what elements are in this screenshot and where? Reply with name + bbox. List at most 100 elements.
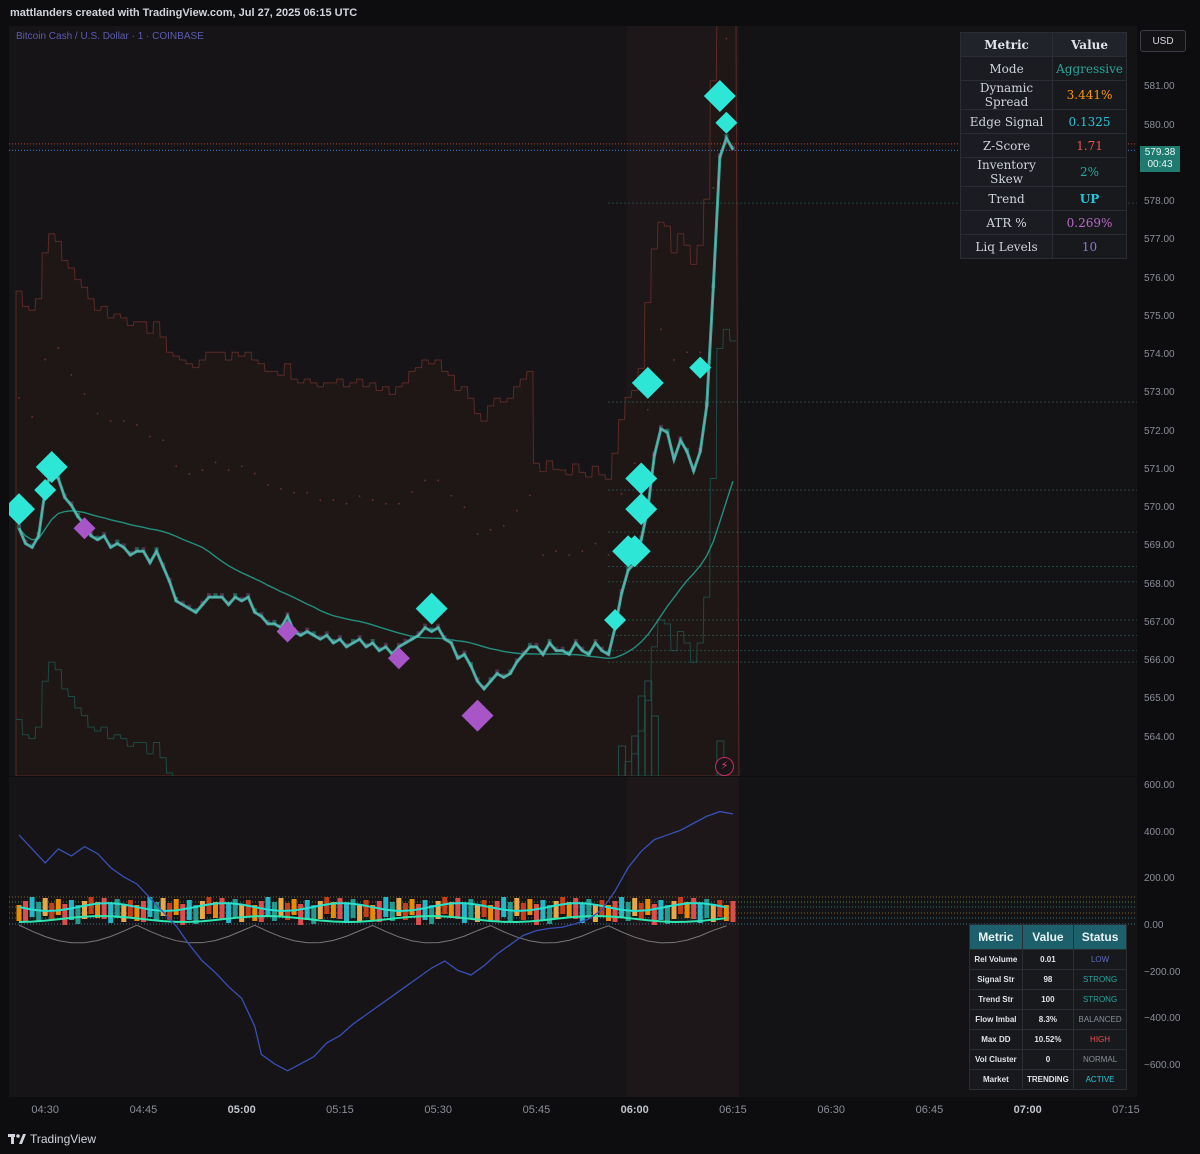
price-tick: 568.00 [1144,578,1175,590]
price-tick: 576.00 [1144,272,1175,284]
band-dot [122,420,125,423]
metric-row: Edge Signal 0.1325 [959,109,1127,134]
band-dot [542,554,544,556]
price-tick: 569.00 [1144,540,1175,552]
band-dot [227,469,230,472]
band-dot [660,328,662,331]
band-dot [214,461,217,464]
histogram-bar [108,903,114,923]
table-header: Metric [959,32,1054,57]
stat-label: Trend Str [969,989,1023,1010]
metric-value: Aggressive [1052,56,1127,81]
metric-row: ATR % 0.269% [959,210,1127,235]
oscillator-pane[interactable] [9,777,1137,1097]
time-tick: 06:45 [915,1104,944,1116]
metrics-table: Metric Value Mode Aggressive Dynamic Sprea… [959,32,1127,259]
stat-row: Signal Str 98 STRONG [969,969,1127,990]
histogram-bar [514,898,520,916]
band-dot [594,542,597,545]
osc-tick: −600.00 [1144,1060,1181,1072]
band-dot [555,550,557,553]
histogram-bar [671,901,677,919]
band-dot [293,491,295,494]
table-header: Value [1021,924,1075,950]
band-dot [201,469,204,472]
price-tick: 581.00 [1144,81,1175,93]
price-tick: 564.00 [1144,731,1175,743]
histogram-bar [540,900,546,920]
band-dot [424,479,426,482]
band-dot [319,499,322,502]
band-dot [109,420,112,423]
price-tick: 572.00 [1144,425,1175,437]
band-dot [162,439,165,442]
band-dot [70,373,73,376]
stat-row: Vol Cluster 0 NORMAL [969,1049,1127,1070]
band-dot [175,465,178,468]
histogram-bar [245,900,251,917]
stat-status: NORMAL [1073,1049,1127,1070]
time-tick: 06:15 [719,1104,747,1116]
histogram-bar [704,899,710,918]
stat-value: 98 [1021,969,1075,990]
stat-value: 0 [1021,1049,1075,1070]
histogram-bar [344,903,349,923]
histogram-bar [383,897,389,917]
band-dot [384,502,387,505]
histogram-bar [553,901,559,919]
time-tick: 05:00 [227,1104,256,1116]
stat-row: Trend Str 100 STRONG [969,989,1127,1010]
band-dot [725,37,728,40]
osc-tick: 200.00 [1144,873,1175,885]
lightning-icon[interactable]: ⚡ [715,757,734,776]
time-tick: 05:15 [326,1104,354,1116]
histogram-bar [337,898,343,919]
stat-value: 100 [1021,989,1075,1010]
price-tick: 570.00 [1144,502,1175,514]
currency-button[interactable]: USD [1140,30,1186,52]
time-tick: 04:30 [31,1104,59,1116]
histogram-bar [409,899,415,915]
band-dot [673,359,675,361]
price-tick: 565.00 [1144,693,1175,705]
band-dot [633,462,636,465]
oscillator-axis[interactable]: 600.00 400.00 200.00 0.00 −200.00 −400.00 −600… [1137,777,1200,1097]
stat-row: Flow Imbal 8.3% BALANCED [969,1009,1127,1030]
band-dot [646,408,649,411]
histogram-bar [55,899,61,915]
band-dot [568,554,571,556]
histogram-bar [173,899,179,915]
histogram-bar [186,900,192,920]
histogram-bar [36,902,42,921]
band-dot [240,465,243,468]
histogram-bar [501,897,507,917]
histogram-bar [416,904,422,925]
band-dot [450,494,453,497]
price-axis[interactable]: 582.00581.00580.00579.00578.00577.00576.… [1137,26,1200,776]
stat-value: 8.3% [1021,1009,1075,1030]
histogram-bar [455,898,461,919]
price-tick: 574.00 [1144,349,1175,361]
time-axis[interactable]: 04:30 04:45 05:00 05:15 05:30 05:45 06:00 06:15… [9,1097,1140,1123]
band-dot [149,435,151,438]
histogram-bar [350,899,356,918]
price-tick: 571.00 [1144,463,1175,475]
histogram-bar [258,901,264,922]
metric-value: 2% [1052,157,1127,187]
metric-row: Liq Levels 10 [959,234,1127,259]
band-dot [332,499,335,501]
osc-session-highlight [626,777,739,1097]
stat-status: LOW [1073,949,1127,970]
band-dot [31,416,33,418]
stats-table: Metric Value Status Rel Volume 0.01 LOW Sig… [969,924,1127,1090]
price-tick: 580.00 [1144,119,1175,131]
table-header: Metric [969,924,1023,950]
metric-row: Trend UP [959,186,1127,211]
metric-label: ATR % [959,210,1054,235]
osc-tick: 0.00 [1144,920,1164,931]
histogram-bar [658,900,664,920]
histogram-bar [199,901,205,919]
histogram-bar [527,899,533,915]
band-dot [358,495,361,498]
metric-label: Edge Signal [959,109,1054,134]
